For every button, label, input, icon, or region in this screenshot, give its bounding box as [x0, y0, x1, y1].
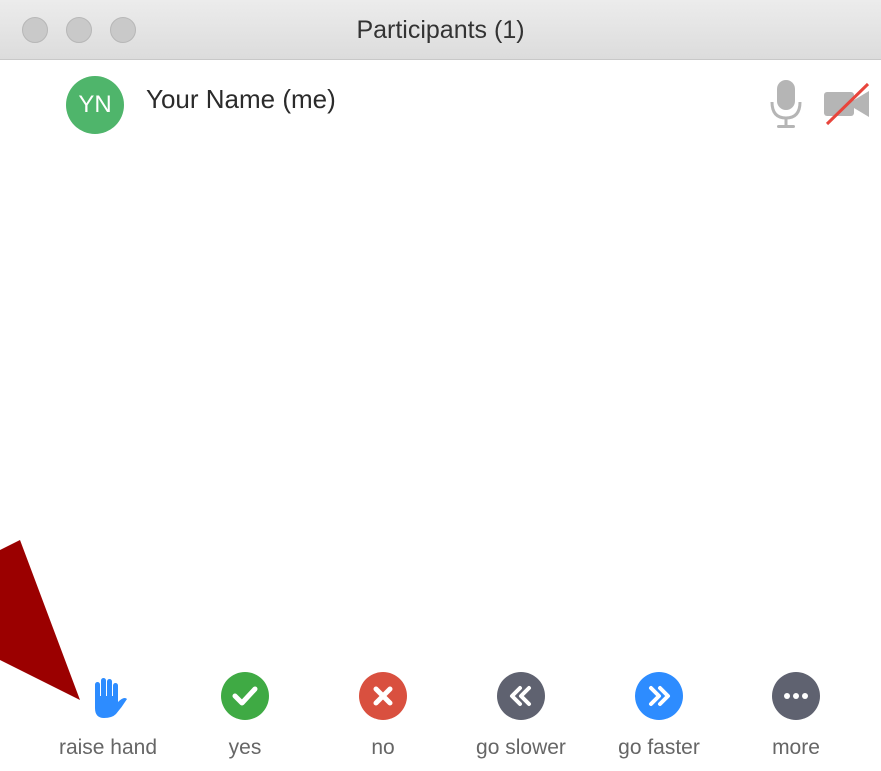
participant-row[interactable]: YN Your Name (me) [0, 68, 881, 134]
double-chevron-left-icon [497, 672, 545, 720]
avatar: YN [66, 76, 124, 134]
raised-hand-icon [84, 672, 132, 720]
more-button[interactable]: more [721, 672, 871, 762]
go-faster-label: go faster [618, 736, 700, 759]
raise-hand-label: raise hand [58, 736, 158, 759]
video-off-icon[interactable] [822, 82, 872, 126]
raise-hand-button[interactable]: raise hand [33, 672, 183, 762]
title-bar: Participants (1) [0, 0, 881, 60]
microphone-icon[interactable] [768, 78, 804, 130]
double-chevron-right-icon [635, 672, 683, 720]
go-slower-label: go slower [476, 736, 566, 759]
window-title: Participants (1) [356, 16, 525, 44]
yes-button[interactable]: yes [170, 672, 320, 762]
no-button[interactable]: no [308, 672, 458, 762]
ellipsis-icon [772, 672, 820, 720]
more-label: more [772, 736, 820, 759]
no-label: no [371, 736, 395, 759]
check-icon [221, 672, 269, 720]
x-icon [359, 672, 407, 720]
go-faster-button[interactable]: go faster [584, 672, 734, 762]
yes-label: yes [228, 736, 262, 759]
participant-name: Your Name (me) [146, 84, 336, 114]
participants-window: Participants (1) YN Your Name (me) raise… [0, 0, 881, 771]
go-slower-button[interactable]: go slower [446, 672, 596, 762]
